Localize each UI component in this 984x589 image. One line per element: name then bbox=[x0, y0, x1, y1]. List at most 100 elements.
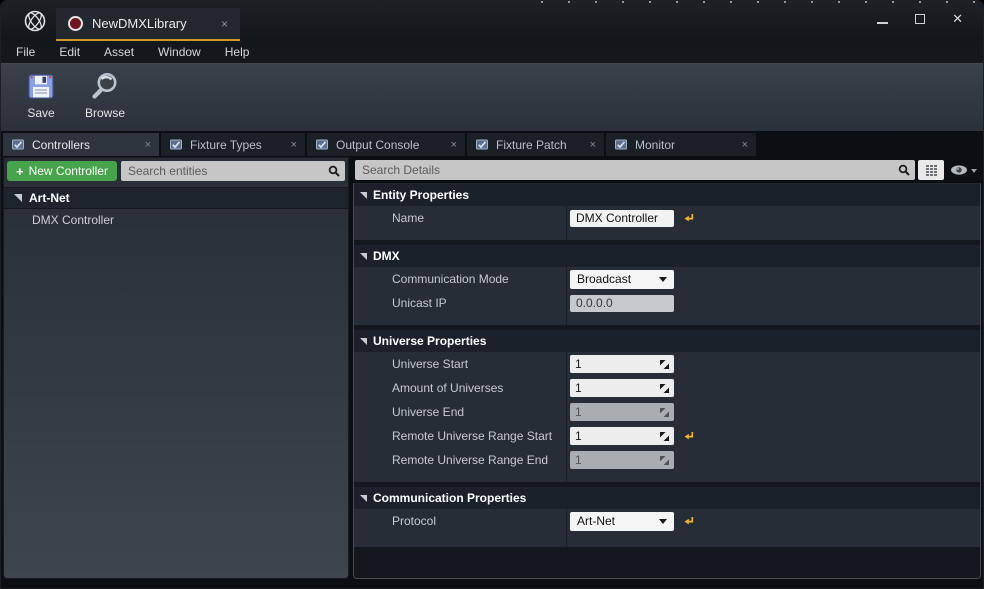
section-entity-properties: Entity Properties Name DMX Controller bbox=[354, 184, 980, 240]
property-value-cell: DMX Controller bbox=[566, 210, 980, 227]
group-header-artnet[interactable]: Art-Net bbox=[4, 187, 348, 209]
tab-close-icon[interactable]: × bbox=[145, 139, 151, 151]
property-value-cell: 1 bbox=[566, 427, 980, 445]
amount-of-universes-spinbox[interactable]: 1 bbox=[570, 379, 674, 397]
property-row-remote-universe-range-start: Remote Universe Range Start 1 bbox=[354, 424, 980, 448]
minimize-icon[interactable] bbox=[877, 14, 888, 24]
dropdown-value: Broadcast bbox=[577, 272, 631, 286]
drag-handle-icon bbox=[660, 360, 669, 369]
tab-controllers[interactable]: Controllers × bbox=[3, 133, 159, 156]
property-row-name: Name DMX Controller bbox=[354, 206, 980, 230]
list-item-label: DMX Controller bbox=[32, 213, 114, 227]
tab-close-icon[interactable]: × bbox=[590, 139, 596, 151]
reset-to-default-icon[interactable] bbox=[682, 516, 694, 527]
communication-mode-dropdown[interactable]: Broadcast bbox=[570, 270, 674, 289]
property-label: Communication Mode bbox=[354, 272, 566, 286]
expand-arrow-icon bbox=[14, 194, 22, 202]
property-row-amount-of-universes: Amount of Universes 1 bbox=[354, 376, 980, 400]
section-universe-properties: Universe Properties Universe Start 1 bbox=[354, 330, 980, 482]
menu-file[interactable]: File bbox=[16, 45, 47, 59]
expand-arrow-icon bbox=[360, 495, 367, 502]
close-icon[interactable]: ✕ bbox=[952, 14, 963, 24]
property-row-universe-end: Universe End 1 bbox=[354, 400, 980, 424]
property-value-cell: 1 bbox=[566, 355, 980, 373]
browse-button[interactable]: Browse bbox=[79, 71, 131, 120]
spin-value: 1 bbox=[575, 453, 582, 467]
remote-universe-range-start-spinbox[interactable]: 1 bbox=[570, 427, 674, 445]
reset-to-default-icon[interactable] bbox=[682, 213, 694, 224]
expand-arrow-icon bbox=[360, 192, 367, 199]
spin-value: 1 bbox=[575, 381, 582, 395]
property-value-cell: 0.0.0.0 bbox=[566, 295, 980, 312]
tab-document-icon bbox=[11, 138, 25, 151]
tab-fixture-patch[interactable]: Fixture Patch × bbox=[467, 133, 604, 156]
chevron-down-icon bbox=[659, 277, 667, 286]
plus-icon: + bbox=[16, 164, 24, 179]
remote-universe-range-end-spinbox: 1 bbox=[570, 451, 674, 469]
floppy-disk-icon bbox=[26, 71, 56, 101]
group-name: Art-Net bbox=[29, 191, 70, 205]
search-entities-input[interactable] bbox=[121, 161, 345, 181]
new-controller-button[interactable]: + New Controller bbox=[7, 161, 117, 181]
menu-asset[interactable]: Asset bbox=[92, 45, 146, 59]
list-panel-header: + New Controller bbox=[4, 158, 348, 184]
section-communication-properties: Communication Properties Protocol Art-Ne… bbox=[354, 487, 980, 547]
section-rows: Universe Start 1 Amount of Universes bbox=[354, 352, 980, 482]
section-header[interactable]: Entity Properties bbox=[354, 184, 980, 206]
unreal-dmx-editor-window: NewDMXLibrary × ✕ File Edit Asset Window… bbox=[0, 0, 984, 589]
section-rows: Communication Mode Broadcast Unicast IP bbox=[354, 267, 980, 325]
search-icon bbox=[898, 164, 910, 176]
details-header bbox=[353, 157, 981, 183]
section-rows: Protocol Art-Net bbox=[354, 509, 980, 547]
protocol-dropdown[interactable]: Art-Net bbox=[570, 512, 674, 531]
asset-tab-newdmxlibrary[interactable]: NewDMXLibrary × bbox=[56, 8, 240, 41]
section-title: DMX bbox=[373, 249, 400, 263]
property-label: Universe End bbox=[354, 405, 566, 419]
spin-value: 1 bbox=[575, 429, 582, 443]
tab-document-icon bbox=[169, 138, 183, 151]
property-row-remote-universe-range-end: Remote Universe Range End 1 bbox=[354, 448, 980, 472]
menu-bar: File Edit Asset Window Help bbox=[1, 41, 983, 63]
save-button[interactable]: Save bbox=[15, 71, 67, 120]
magnifier-icon bbox=[90, 71, 120, 101]
save-label: Save bbox=[27, 106, 54, 120]
tab-fixture-types[interactable]: Fixture Types × bbox=[161, 133, 305, 156]
section-header[interactable]: DMX bbox=[354, 245, 980, 267]
menu-window[interactable]: Window bbox=[146, 45, 213, 59]
tab-close-icon[interactable]: × bbox=[291, 139, 297, 151]
tab-monitor[interactable]: Monitor × bbox=[606, 133, 756, 156]
tab-label: Fixture Patch bbox=[496, 138, 567, 152]
spin-value: 1 bbox=[575, 405, 582, 419]
drag-handle-icon bbox=[660, 456, 669, 465]
chevron-down-icon bbox=[971, 169, 977, 176]
property-label: Protocol bbox=[354, 514, 566, 528]
property-matrix-button[interactable] bbox=[918, 160, 944, 180]
drag-handle-icon bbox=[660, 408, 669, 417]
universe-start-spinbox[interactable]: 1 bbox=[570, 355, 674, 373]
property-label: Remote Universe Range End bbox=[354, 453, 566, 467]
tab-output-console[interactable]: Output Console × bbox=[307, 133, 465, 156]
maximize-icon[interactable] bbox=[915, 14, 925, 24]
view-options-button[interactable] bbox=[947, 160, 979, 180]
dmx-library-asset-icon bbox=[68, 16, 83, 31]
tab-close-icon[interactable]: × bbox=[451, 139, 457, 151]
tab-close-icon[interactable]: × bbox=[742, 139, 748, 151]
menu-edit[interactable]: Edit bbox=[47, 45, 92, 59]
section-header[interactable]: Universe Properties bbox=[354, 330, 980, 352]
list-item-dmx-controller[interactable]: DMX Controller bbox=[4, 209, 348, 230]
drag-handle-icon bbox=[660, 384, 669, 393]
menu-help[interactable]: Help bbox=[213, 45, 262, 59]
application-window: NewDMXLibrary × ✕ File Edit Asset Window… bbox=[0, 0, 984, 589]
chevron-down-icon bbox=[659, 519, 667, 528]
search-icon bbox=[328, 165, 340, 177]
property-label: Amount of Universes bbox=[354, 381, 566, 395]
reset-to-default-icon[interactable] bbox=[682, 431, 694, 442]
section-header[interactable]: Communication Properties bbox=[354, 487, 980, 509]
asset-tab-label: NewDMXLibrary bbox=[92, 16, 187, 31]
name-field[interactable]: DMX Controller bbox=[570, 210, 674, 227]
tab-label: Fixture Types bbox=[190, 138, 262, 152]
asset-tab-close-icon[interactable]: × bbox=[207, 17, 228, 31]
new-controller-label: New Controller bbox=[29, 164, 108, 178]
search-details-input[interactable] bbox=[355, 160, 915, 180]
property-row-protocol: Protocol Art-Net bbox=[354, 509, 980, 533]
